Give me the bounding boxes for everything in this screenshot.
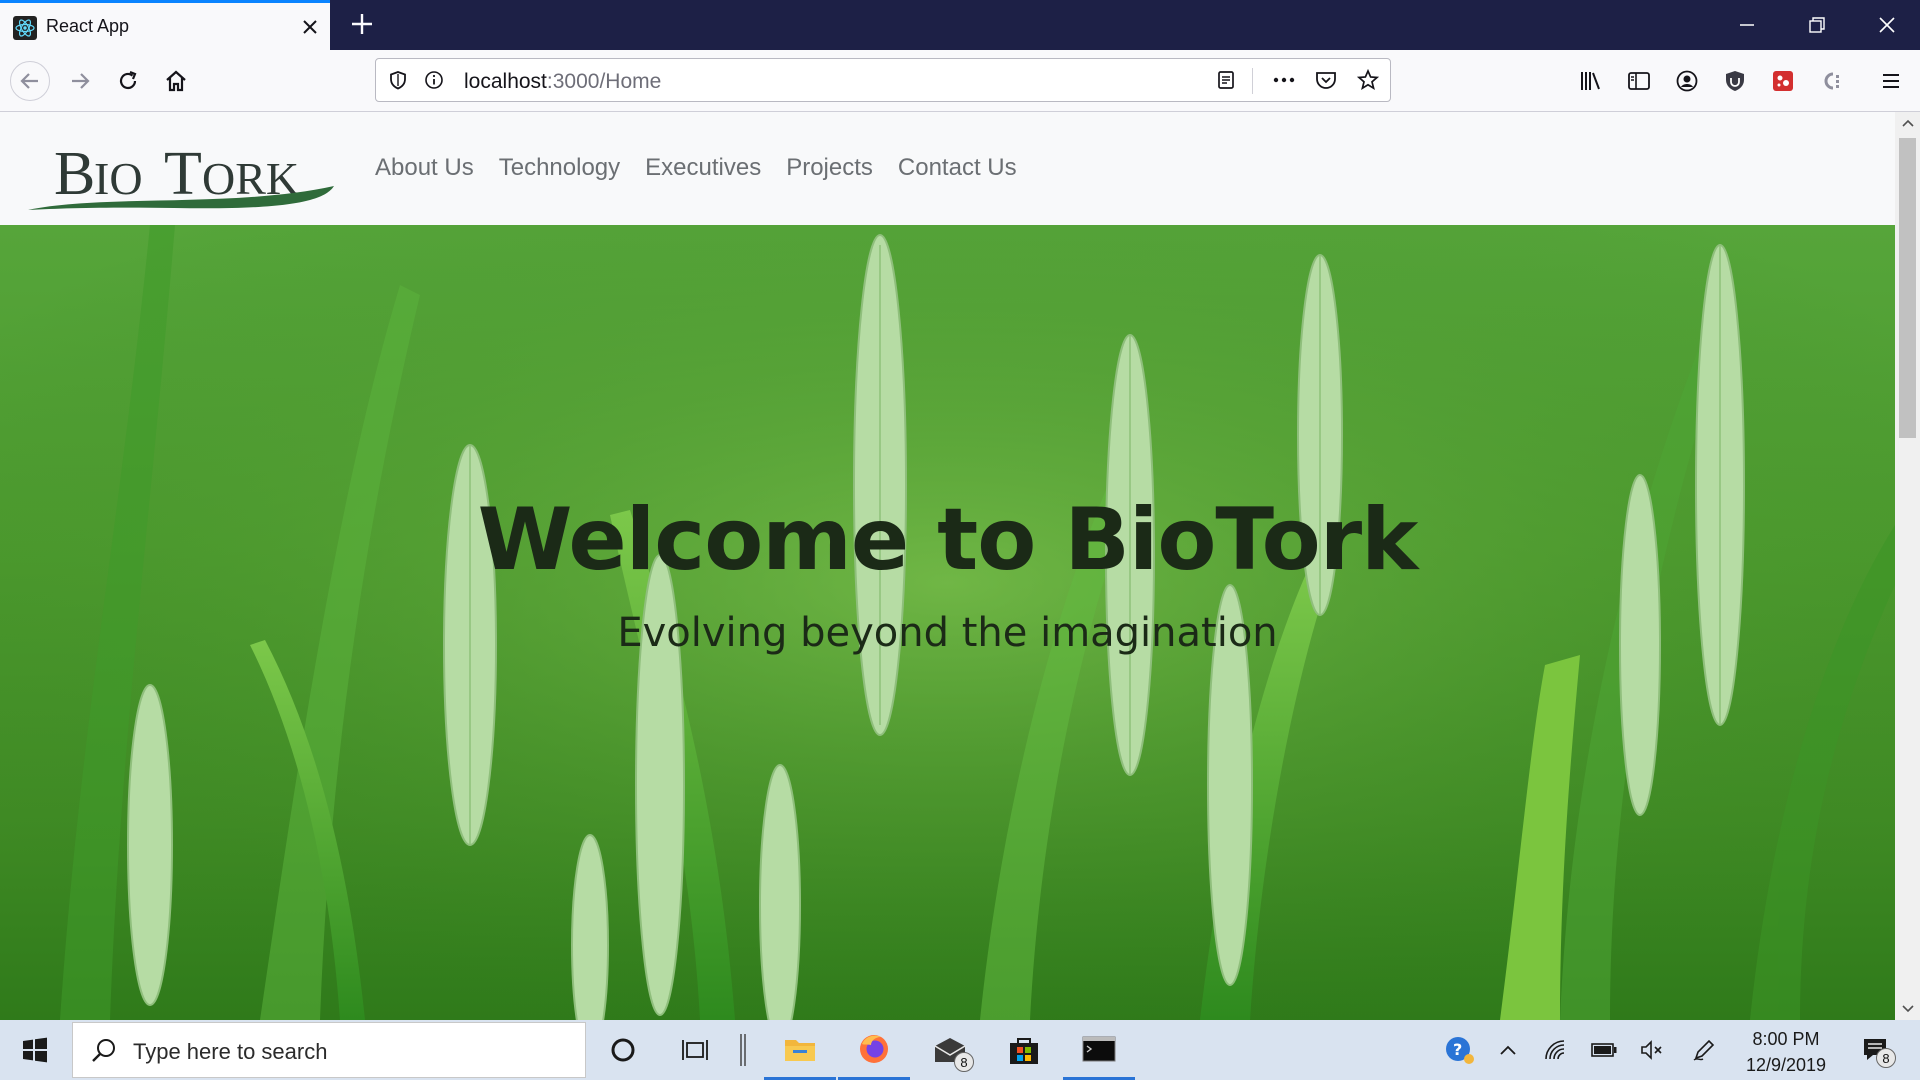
browser-toolbar: localhost:3000/Home: [0, 50, 1920, 112]
svg-text:?: ?: [1453, 1040, 1462, 1059]
nav-about-us[interactable]: About Us: [375, 154, 474, 182]
home-button[interactable]: [156, 61, 196, 101]
show-hidden-icons-icon[interactable]: [1492, 1034, 1524, 1066]
battery-icon[interactable]: [1588, 1034, 1620, 1066]
hero-title: Welcome to BioTork: [477, 490, 1419, 590]
reload-icon: [119, 70, 137, 90]
tab-title: React App: [46, 16, 130, 36]
search-placeholder: Type here to search: [133, 1039, 328, 1064]
browser-tab-strip: React App: [0, 0, 1920, 50]
extension-c-button[interactable]: [1811, 61, 1851, 101]
page-scrollbar[interactable]: [1895, 112, 1920, 1020]
cortana-button[interactable]: [587, 1020, 659, 1080]
task-view-icon: [682, 1040, 708, 1060]
svg-text:B: B: [54, 140, 96, 208]
notification-badge: 8: [1876, 1048, 1896, 1068]
page-actions-icon[interactable]: [1269, 65, 1299, 95]
search-icon: [92, 1039, 115, 1062]
file-explorer-button[interactable]: [764, 1020, 836, 1080]
scroll-down-arrow-icon[interactable]: [1895, 998, 1920, 1020]
hamburger-menu-icon: [1883, 74, 1899, 88]
url-bar[interactable]: localhost:3000/Home: [375, 58, 1391, 102]
forward-button[interactable]: [60, 61, 100, 101]
nav-contact-us[interactable]: Contact Us: [898, 154, 1017, 182]
reload-button[interactable]: [108, 61, 148, 101]
help-tray-icon[interactable]: ?: [1444, 1034, 1476, 1066]
terminal-icon: [1082, 1036, 1116, 1061]
action-center-button[interactable]: 8: [1854, 1034, 1898, 1068]
close-tab-icon[interactable]: [296, 13, 324, 41]
svg-text:T: T: [164, 140, 202, 208]
ublock-shield-icon: [1726, 71, 1744, 91]
extension-c-icon: [1824, 72, 1839, 90]
firefox-taskbar-button[interactable]: [838, 1020, 910, 1080]
back-button[interactable]: [10, 61, 50, 101]
volume-muted-icon[interactable]: [1636, 1034, 1668, 1066]
home-icon: [166, 70, 186, 92]
cortana-circle-icon: [611, 1038, 635, 1062]
menu-button[interactable]: [1871, 61, 1911, 101]
windows-taskbar: Type here to search 8 ? 8:00 PM 12/9/201…: [0, 1020, 1920, 1080]
extension-button[interactable]: [1763, 61, 1803, 101]
account-button[interactable]: [1667, 61, 1707, 101]
url-path: :3000/Home: [546, 70, 662, 93]
store-bag-icon: [1010, 1038, 1038, 1064]
hero-banner: Welcome to BioTork Evolving beyond the i…: [0, 225, 1895, 1020]
close-window-icon[interactable]: [1870, 8, 1904, 42]
clock-time: 8:00 PM: [1752, 1029, 1820, 1049]
scroll-up-arrow-icon[interactable]: [1895, 112, 1920, 134]
browser-tab[interactable]: React App: [0, 0, 330, 50]
start-button[interactable]: [0, 1020, 70, 1080]
page-viewport: B IO T ORK About Us Technology Executive…: [0, 112, 1895, 1020]
nav-executives[interactable]: Executives: [645, 154, 761, 182]
url-host: localhost: [464, 70, 547, 93]
wifi-icon[interactable]: [1540, 1034, 1572, 1066]
url-text[interactable]: localhost:3000/Home: [464, 70, 661, 94]
svg-text:IO: IO: [94, 153, 143, 204]
biotork-logo[interactable]: B IO T ORK: [24, 124, 344, 216]
forward-arrow-icon: [72, 73, 90, 89]
library-button[interactable]: [1571, 61, 1611, 101]
sidebar-icon: [1628, 72, 1650, 90]
extension-red-icon: [1773, 71, 1793, 91]
firefox-icon: [860, 1034, 888, 1063]
site-navbar: B IO T ORK About Us Technology Executive…: [0, 112, 1895, 225]
terminal-button[interactable]: [1063, 1020, 1135, 1080]
mail-badge: 8: [954, 1052, 974, 1072]
pen-workspace-icon[interactable]: [1688, 1034, 1720, 1066]
react-icon: [13, 16, 37, 40]
back-arrow-icon: [20, 73, 38, 89]
hero-subtitle: Evolving beyond the imagination: [617, 610, 1278, 656]
taskbar-clock[interactable]: 8:00 PM 12/9/2019: [1736, 1026, 1836, 1078]
url-separator: [1252, 68, 1253, 94]
restore-icon[interactable]: [1800, 8, 1834, 42]
account-icon: [1676, 70, 1698, 92]
windows-logo-icon: [23, 1037, 47, 1063]
nav-technology[interactable]: Technology: [499, 154, 620, 182]
pocket-icon[interactable]: [1311, 65, 1341, 95]
reader-view-icon[interactable]: [1211, 65, 1241, 95]
bookmark-star-icon[interactable]: [1353, 65, 1383, 95]
nav-projects[interactable]: Projects: [786, 154, 873, 182]
minimize-icon[interactable]: [1730, 8, 1764, 42]
ublock-button[interactable]: [1715, 61, 1755, 101]
shield-icon[interactable]: [383, 65, 413, 95]
divider-icon: [740, 1034, 746, 1066]
main-nav: About Us Technology Executives Projects …: [375, 154, 1017, 182]
clock-date: 12/9/2019: [1745, 1055, 1827, 1075]
new-tab-icon[interactable]: [346, 8, 378, 40]
mail-button[interactable]: 8: [914, 1020, 986, 1080]
library-icon: [1581, 72, 1600, 90]
taskbar-search-box[interactable]: Type here to search: [72, 1022, 586, 1078]
folder-icon: [785, 1039, 815, 1061]
store-button[interactable]: [988, 1020, 1060, 1080]
info-icon[interactable]: [419, 65, 449, 95]
sidebar-button[interactable]: [1619, 61, 1659, 101]
scroll-thumb[interactable]: [1899, 138, 1916, 438]
